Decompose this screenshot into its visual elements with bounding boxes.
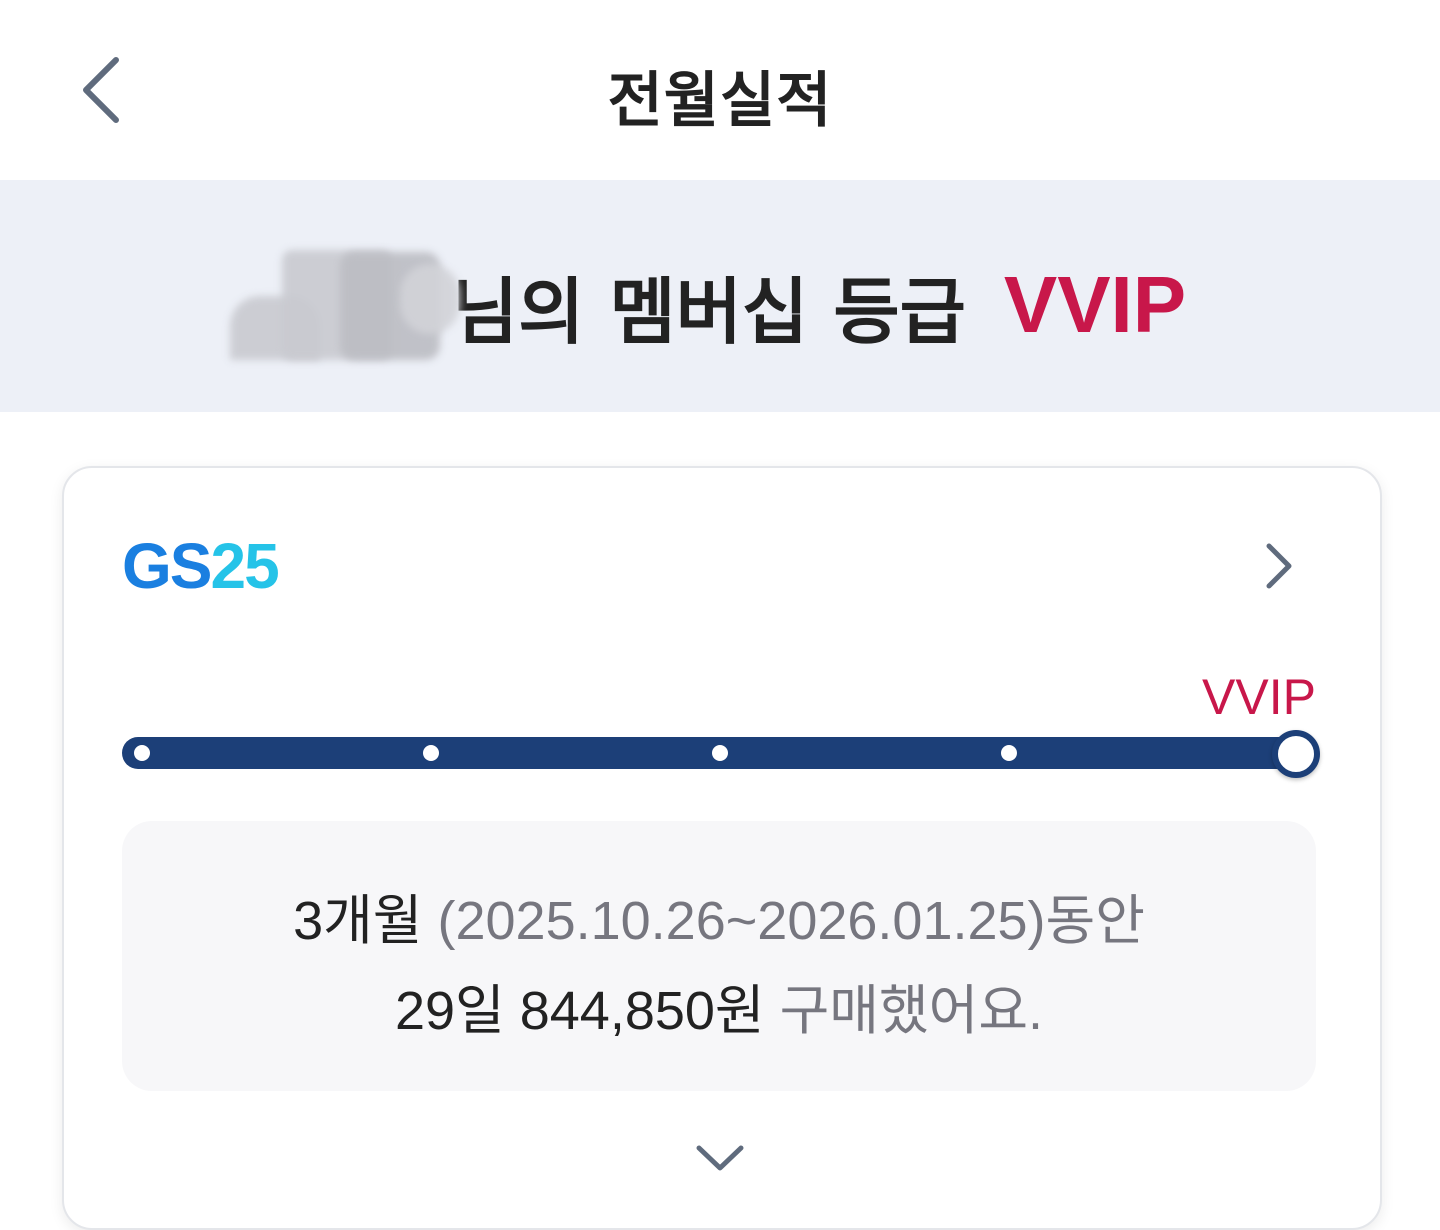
top-bar: 전월실적 <box>0 0 1440 180</box>
chevron-down-icon <box>696 1145 744 1171</box>
progress-step-dot <box>423 745 439 761</box>
purchase-summary-box <box>122 821 1316 1091</box>
membership-grade-row: 님의 멤버십 등급 VVIP <box>230 250 1187 360</box>
membership-grade-text: 님의 멤버십 등급 <box>452 269 966 354</box>
purchase-amount: 844,850원 <box>519 981 765 1041</box>
current-grade-label: VVIP <box>1202 669 1316 725</box>
purchase-days: 29일 <box>394 981 505 1041</box>
amount-suffix: 구매했어요. <box>779 981 1044 1041</box>
page-title: 전월실적 <box>607 66 833 136</box>
summary-amount-line: 29일 844,850원 구매했어요. <box>122 966 1316 1045</box>
period-suffix: 동안 <box>1045 891 1145 951</box>
progress-current-marker <box>1272 730 1320 778</box>
progress-step-dot <box>712 745 728 761</box>
chevron-right-icon <box>1266 543 1292 589</box>
logo-text-gs: GS <box>122 530 212 602</box>
card-detail-button[interactable] <box>1255 538 1305 594</box>
period-range: (2025.10.26~2026.01.25) <box>437 891 1046 951</box>
progress-step-dot <box>134 745 150 761</box>
logo-text-25: 25 <box>210 530 279 602</box>
progress-step-dot <box>1001 745 1017 761</box>
expand-button[interactable] <box>693 1138 747 1178</box>
gs25-logo: GS25 <box>122 534 280 598</box>
membership-grade-value: VVIP <box>1003 260 1187 349</box>
period-label: 3개월 <box>293 891 423 951</box>
redacted-username <box>230 250 460 360</box>
summary-period-line: 3개월 (2025.10.26~2026.01.25)동안 <box>122 876 1316 955</box>
